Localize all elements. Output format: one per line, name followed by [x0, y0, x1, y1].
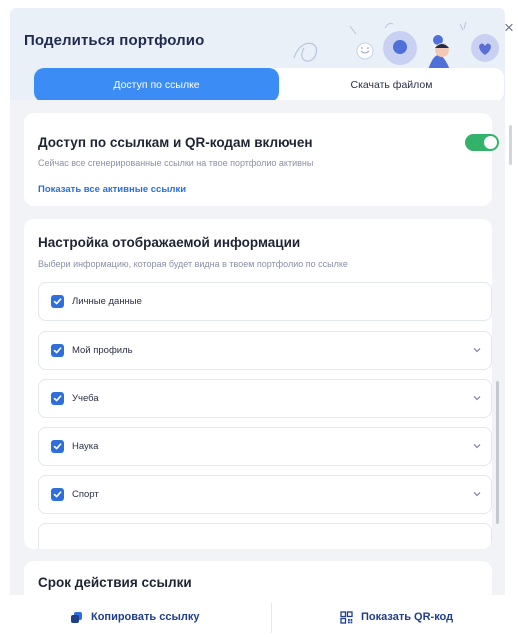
- copy-icon: [71, 611, 82, 623]
- tab-download-file[interactable]: Скачать файлом: [279, 68, 504, 102]
- header-illustration: [293, 21, 499, 70]
- section-science[interactable]: Наука: [38, 427, 492, 466]
- display-settings-card: Настройка отображаемой информации Выбери…: [24, 219, 492, 549]
- chevron-down-icon[interactable]: [472, 394, 482, 402]
- checkbox-checked-icon[interactable]: [51, 440, 64, 453]
- section-sport[interactable]: Спорт: [38, 475, 492, 514]
- show-active-links-link[interactable]: Показать все активные ссылки: [38, 184, 186, 195]
- chevron-down-icon[interactable]: [472, 442, 482, 450]
- access-toggle[interactable]: [465, 134, 499, 151]
- show-qr-label: Показать QR-код: [361, 611, 454, 623]
- checkbox-checked-icon[interactable]: [51, 392, 64, 405]
- expiry-card: Срок действия ссылки: [24, 561, 492, 595]
- show-qr-button[interactable]: Показать QR-код: [340, 607, 453, 627]
- expiry-title: Срок действия ссылки: [38, 575, 192, 590]
- section-personal-data[interactable]: Личные данные: [38, 282, 492, 321]
- tab-link-access[interactable]: Доступ по ссылке: [34, 68, 279, 102]
- dialog-body: Доступ по ссылкам и QR-кодам включен Сей…: [10, 100, 505, 595]
- section-study[interactable]: Учеба: [38, 379, 492, 418]
- section-label: Личные данные: [72, 296, 142, 307]
- checkbox-checked-icon[interactable]: [51, 488, 64, 501]
- tab-bar: Доступ по ссылке Скачать файлом: [34, 68, 504, 102]
- access-title: Доступ по ссылкам и QR-кодам включен: [38, 135, 313, 150]
- share-portfolio-dialog: Поделиться портфолио Доступ по ссылке Ск…: [0, 0, 518, 637]
- chevron-down-icon[interactable]: [472, 346, 482, 354]
- dialog-footer: Копировать ссылку Показать QR-код: [10, 595, 505, 637]
- checkbox-checked-icon[interactable]: [51, 295, 64, 308]
- section-my-profile[interactable]: Мой профиль: [38, 331, 492, 370]
- copy-link-button[interactable]: Копировать ссылку: [70, 607, 199, 627]
- display-settings-description: Выбери информацию, которая будет видна в…: [38, 259, 348, 269]
- section-label: Спорт: [72, 489, 99, 500]
- access-card: Доступ по ссылкам и QR-кодам включен Сей…: [24, 113, 499, 206]
- display-settings-title: Настройка отображаемой информации: [38, 235, 301, 250]
- toggle-knob: [484, 136, 497, 149]
- dialog-scrollbar[interactable]: [509, 125, 512, 165]
- close-icon[interactable]: ×: [504, 19, 518, 36]
- qr-code-icon: [340, 610, 353, 624]
- dialog-title: Поделиться портфолио: [24, 32, 205, 49]
- copy-link-label: Копировать ссылку: [91, 611, 200, 623]
- checkbox-checked-icon[interactable]: [51, 344, 64, 357]
- section-label: Учеба: [72, 393, 99, 404]
- access-description: Сейчас все сгенерированные ссылки на тво…: [38, 158, 314, 168]
- sections-scrollbar[interactable]: [496, 381, 499, 524]
- chevron-down-icon[interactable]: [472, 490, 482, 498]
- dialog-header: Поделиться портфолио Доступ по ссылке Ск…: [10, 8, 505, 102]
- section-more[interactable]: [38, 523, 492, 549]
- section-label: Мой профиль: [72, 345, 133, 356]
- section-label: Наука: [72, 441, 99, 452]
- footer-divider: [271, 603, 272, 633]
